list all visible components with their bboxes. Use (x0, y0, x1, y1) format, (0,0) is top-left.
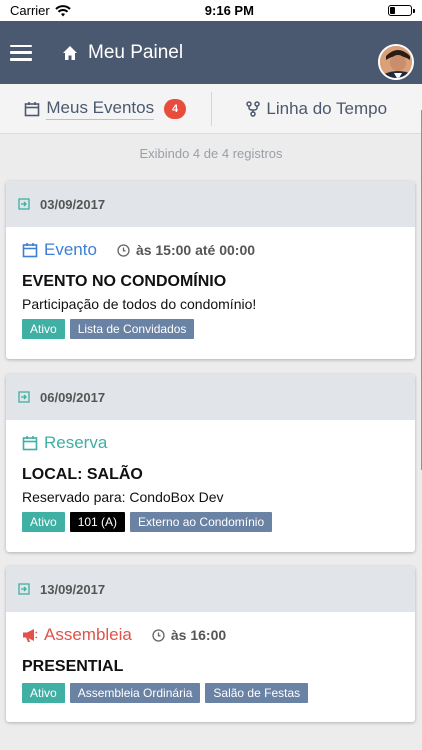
status-badge: Ativo (22, 512, 65, 532)
tab-bar: Meus Eventos 4 Linha do Tempo (0, 84, 422, 134)
tag-badge: Salão de Festas (205, 683, 309, 703)
card-date-header: 03/09/2017 (6, 181, 415, 227)
card-date: 13/09/2017 (40, 581, 106, 597)
tag-badge: Assembleia Ordinária (69, 683, 201, 703)
card-date: 06/09/2017 (40, 389, 106, 405)
tab-meus-eventos-label: Meus Eventos (46, 98, 155, 120)
calendar-icon (22, 436, 38, 451)
card-time-text: às 15:00 até 00:00 (135, 242, 256, 258)
status-time: 9:16 PM (204, 3, 254, 18)
calendar-icon (25, 101, 40, 116)
tab-linha-do-tempo-label: Linha do Tempo (266, 98, 388, 118)
sign-in-icon (18, 391, 30, 403)
card-title: EVENTO NO CONDOMÍNIO (22, 273, 227, 290)
wifi-icon (55, 4, 71, 16)
card-time: às 16:00 (152, 627, 226, 643)
card-description: Reservado para: CondoBox Dev (22, 489, 224, 505)
unit-badge: 101 (A) (69, 512, 126, 532)
card-description: Participação de todos do condomínio! (22, 296, 257, 312)
card-type: Assembleia (44, 625, 132, 644)
event-card[interactable]: 03/09/2017 Evento às 15:00 até 00:00 EVE… (6, 181, 415, 359)
calendar-icon (22, 243, 38, 258)
battery-icon (388, 5, 415, 16)
card-type: Reserva (44, 433, 108, 452)
page-title: Meu Painel (88, 41, 184, 63)
card-time-text: às 16:00 (170, 627, 227, 643)
sign-in-icon (18, 198, 30, 210)
home-icon[interactable] (62, 45, 78, 61)
fork-icon (246, 100, 261, 117)
card-date-header: 13/09/2017 (6, 566, 415, 612)
event-card[interactable]: 13/09/2017 Assembleia às 16:00 PRESENTIA… (6, 566, 415, 722)
status-badge: Ativo (22, 683, 65, 703)
clock-icon (117, 243, 130, 257)
megaphone-icon (23, 629, 38, 642)
card-time: às 15:00 até 00:00 (117, 242, 255, 258)
sign-in-icon (18, 583, 30, 595)
status-bar: Carrier 9:16 PM (0, 0, 422, 21)
top-navbar: Meu Painel (0, 21, 422, 84)
card-tags: Ativo Assembleia Ordinária Salão de Fest… (22, 683, 399, 703)
status-badge: Ativo (22, 319, 65, 339)
tab-linha-do-tempo[interactable]: Linha do Tempo (212, 84, 422, 133)
events-count-badge: 4 (164, 98, 187, 119)
records-count: Exibindo 4 de 4 registros (139, 146, 283, 161)
card-title: LOCAL: SALÃO (22, 466, 143, 483)
tag-badge: Externo ao Condomínio (130, 512, 273, 532)
card-tags: Ativo 101 (A) Externo ao Condomínio (22, 512, 399, 532)
card-date-header: 06/09/2017 (6, 374, 415, 420)
status-left: Carrier (10, 3, 71, 18)
tag-badge: Lista de Convidados (69, 319, 195, 339)
card-type: Evento (44, 240, 97, 259)
event-card[interactable]: 06/09/2017 Reserva LOCAL: SALÃO Reservad… (6, 374, 415, 552)
card-tags: Ativo Lista de Convidados (22, 319, 399, 339)
card-date: 03/09/2017 (40, 196, 106, 212)
avatar[interactable] (378, 44, 414, 80)
carrier-label: Carrier (10, 3, 50, 18)
tab-meus-eventos[interactable]: Meus Eventos 4 (0, 84, 211, 133)
menu-icon[interactable] (10, 44, 32, 61)
clock-icon (152, 628, 165, 642)
card-title: PRESENTIAL (22, 658, 124, 675)
